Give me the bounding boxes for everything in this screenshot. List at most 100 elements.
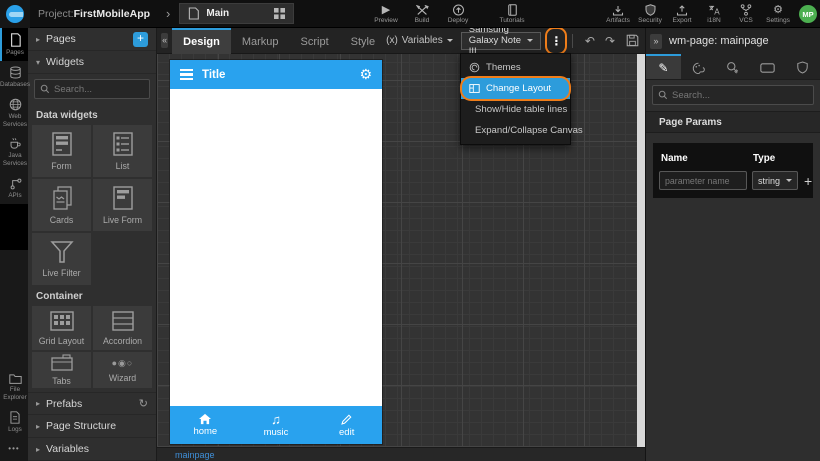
add-param-button[interactable]: + xyxy=(804,173,812,189)
page-structure-section-header[interactable]: ▸ Page Structure xyxy=(28,415,156,438)
i18n-button[interactable]: A i18N xyxy=(700,0,728,28)
tab-markup[interactable]: Markup xyxy=(231,28,290,54)
page-structure-label: Page Structure xyxy=(46,420,116,432)
rail-item-apis[interactable]: APIs xyxy=(0,172,28,204)
properties-search-input[interactable] xyxy=(672,90,808,101)
user-avatar[interactable]: MP xyxy=(799,5,817,23)
search-x-icon xyxy=(726,61,739,74)
hamburger-menu-icon[interactable] xyxy=(180,69,193,81)
grid-icon[interactable] xyxy=(274,8,285,19)
canvas-scrollbar[interactable] xyxy=(637,54,645,447)
tab-style[interactable]: Style xyxy=(340,28,386,54)
tutorials-button[interactable]: Tutorials xyxy=(498,0,526,28)
nav-item-edit[interactable]: edit xyxy=(311,406,382,444)
pages-section-label: Pages xyxy=(46,33,76,45)
phone-header[interactable]: Title ⚙ xyxy=(170,60,382,89)
caret-down-icon xyxy=(447,39,453,45)
phone-gear-icon[interactable]: ⚙ xyxy=(359,66,372,83)
tab-events[interactable] xyxy=(716,54,751,79)
param-type-select[interactable]: string xyxy=(752,171,798,190)
rail-item-java-services[interactable]: Java Services xyxy=(0,132,28,172)
device-icon xyxy=(760,63,775,73)
caret-down-icon: ▾ xyxy=(36,58,40,67)
music-icon: ♫ xyxy=(271,413,281,426)
settings-label: Settings xyxy=(766,17,790,24)
menu-item-change-layout[interactable]: Change Layout xyxy=(461,78,570,99)
tab-device[interactable] xyxy=(750,54,785,79)
tab-script[interactable]: Script xyxy=(290,28,340,54)
tab-styles[interactable] xyxy=(681,54,716,79)
svg-text:A: A xyxy=(714,7,720,16)
save-button[interactable] xyxy=(626,34,639,47)
widget-live-filter[interactable]: Live Filter xyxy=(32,233,91,285)
page-params-header[interactable]: Page Params xyxy=(646,111,820,133)
deploy-button[interactable]: Deploy xyxy=(444,0,472,28)
palette-icon xyxy=(692,62,705,74)
page-icon xyxy=(188,7,199,20)
pages-section-header[interactable]: ▸ Pages + xyxy=(28,28,156,51)
rail-item-pages[interactable]: Pages xyxy=(0,28,28,61)
mainpage-tab[interactable]: mainpage xyxy=(175,450,215,460)
menu-item-table-lines[interactable]: Show/Hide table lines xyxy=(461,99,570,120)
device-selector[interactable]: Samsung Galaxy Note III xyxy=(461,32,542,50)
rail-item-file-explorer[interactable]: File Explorer xyxy=(0,368,28,406)
export-button[interactable]: Export xyxy=(668,0,696,28)
security-button[interactable]: Security xyxy=(636,0,664,28)
topbar-actions: ▶ Preview Build Deploy xyxy=(372,0,472,28)
menu-item-expand-canvas[interactable]: Expand/Collapse Canvas xyxy=(461,120,570,141)
menu-item-themes[interactable]: Themes xyxy=(461,57,570,78)
redo-button[interactable]: ↷ xyxy=(605,34,615,48)
canvas-toolbar: « Design Markup Script Style (x) Variabl… xyxy=(157,28,645,54)
widget-tabs[interactable]: Tabs xyxy=(32,352,91,388)
widget-grid-layout[interactable]: Grid Layout xyxy=(32,306,91,350)
tab-properties[interactable]: ✎ xyxy=(646,54,681,79)
properties-panel-header: » wm-page: mainpage xyxy=(646,28,820,54)
chevron-right-icon: › xyxy=(166,6,170,21)
column-type: Type xyxy=(753,153,805,164)
widget-cards[interactable]: Cards xyxy=(32,179,91,231)
main-page-tab[interactable]: Main xyxy=(179,3,294,24)
phone-page-content[interactable] xyxy=(170,89,382,406)
artifacts-button[interactable]: Artifacts xyxy=(604,0,632,28)
tab-design[interactable]: Design xyxy=(172,28,231,54)
edit-pencil-icon xyxy=(340,413,353,426)
collapse-left-icon[interactable]: « xyxy=(161,33,168,48)
rail-more-button[interactable]: ••• xyxy=(0,438,28,461)
settings-button[interactable]: ⚙ Settings xyxy=(764,0,792,28)
tutorials-label: Tutorials xyxy=(499,17,524,24)
widget-form[interactable]: Form xyxy=(32,125,91,177)
nav-item-home[interactable]: home xyxy=(170,406,241,444)
variables-section-header[interactable]: ▸ Variables xyxy=(28,438,156,461)
topbar-tools: Artifacts Security Export A i18N VCS ⚙ S… xyxy=(604,0,817,28)
rail-item-databases[interactable]: Databases xyxy=(0,61,28,93)
param-name-input[interactable] xyxy=(659,171,747,190)
properties-tabs: ✎ xyxy=(646,54,820,80)
expand-panel-icon[interactable]: » xyxy=(650,34,662,49)
widget-accordion[interactable]: Accordion xyxy=(93,306,152,350)
play-icon: ▶ xyxy=(382,5,390,16)
wizard-steps-icon: ●◉○ xyxy=(112,358,134,369)
phone-bottom-nav: home ♫ music edit xyxy=(170,406,382,444)
more-options-button[interactable]: ⋮ xyxy=(549,31,563,51)
build-label: Build xyxy=(415,17,430,24)
undo-button[interactable]: ↶ xyxy=(585,34,595,48)
widget-live-form[interactable]: Live Form xyxy=(93,179,152,231)
wavemaker-logo[interactable] xyxy=(0,0,30,28)
preview-button[interactable]: ▶ Preview xyxy=(372,0,400,28)
widget-search-input[interactable] xyxy=(54,84,144,95)
rail-item-logs[interactable]: Logs xyxy=(0,406,28,438)
widget-wizard[interactable]: ●◉○ Wizard xyxy=(93,352,152,388)
prefabs-section-header[interactable]: ▸ Prefabs ↻ xyxy=(28,392,156,415)
nav-item-music[interactable]: ♫ music xyxy=(241,406,312,444)
variables-button[interactable]: (x) Variables xyxy=(386,35,453,46)
language-icon: A xyxy=(708,4,721,16)
rail-item-web-services[interactable]: Web Services xyxy=(0,93,28,133)
vcs-button[interactable]: VCS xyxy=(732,0,760,28)
add-page-button[interactable]: + xyxy=(133,32,148,47)
column-name: Name xyxy=(661,153,753,164)
build-button[interactable]: Build xyxy=(408,0,436,28)
widget-list[interactable]: List xyxy=(93,125,152,177)
refresh-icon[interactable]: ↻ xyxy=(139,397,148,410)
tab-security[interactable] xyxy=(785,54,820,79)
widgets-section-header[interactable]: ▾ Widgets xyxy=(28,51,156,74)
